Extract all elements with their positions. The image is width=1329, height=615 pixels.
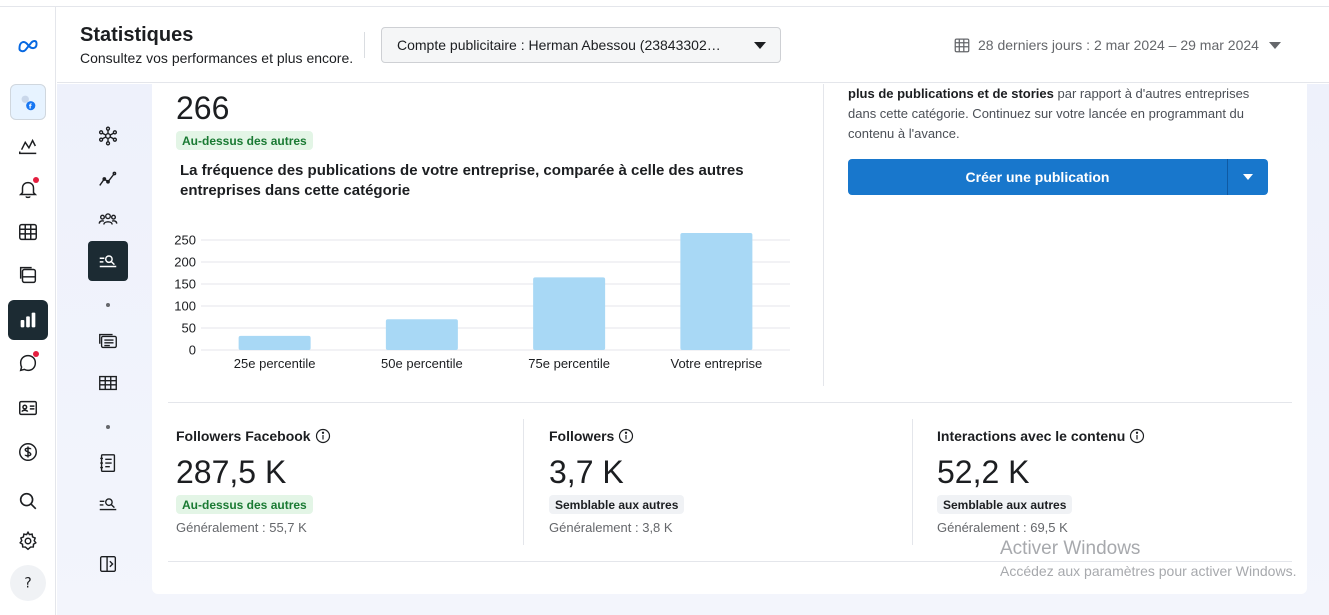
- page-avatar-icon[interactable]: f: [10, 84, 46, 120]
- metric-label: Interactions avec le contenu: [937, 428, 1145, 444]
- subnav-separator-dot: [106, 303, 110, 307]
- subnav-separator-dot: [106, 425, 110, 429]
- planner-icon[interactable]: [8, 212, 48, 252]
- bar-50e-percentile[interactable]: [385, 319, 458, 350]
- metric-label: Followers: [549, 428, 634, 444]
- x-tick-label: 75e percentile: [528, 356, 610, 371]
- metric-typical: Généralement : 3,8 K: [549, 520, 673, 535]
- table-icon[interactable]: [88, 363, 128, 403]
- content-stats-icon[interactable]: [88, 321, 128, 361]
- y-tick-label: 250: [174, 233, 196, 248]
- page-title: Statistiques: [80, 24, 194, 46]
- calendar-icon: [954, 38, 970, 53]
- y-tick-label: 100: [174, 299, 196, 314]
- section-divider: [823, 84, 824, 386]
- x-tick-label: 50e percentile: [381, 356, 463, 371]
- audience-icon[interactable]: [88, 199, 128, 239]
- metric-value: 287,5 K: [176, 454, 287, 490]
- contacts-icon[interactable]: [8, 388, 48, 428]
- status-badge: Semblable aux autres: [549, 495, 685, 514]
- create-post-dropdown-button[interactable]: [1228, 159, 1268, 195]
- create-post-button[interactable]: Créer une publication: [848, 159, 1228, 195]
- windows-activation-title: Activer Windows: [1000, 538, 1141, 559]
- header-divider: [364, 32, 365, 58]
- metric-divider: [523, 419, 524, 545]
- metric-divider: [912, 419, 913, 545]
- inbox-dot: [33, 351, 39, 357]
- post-frequency-bar-chart: 250 200 150 100 50 0 25e percentile 50e percent…: [174, 233, 790, 371]
- x-tick-label: 25e percentile: [234, 356, 316, 371]
- date-range-label: 28 derniers jours : 2 mar 2024 – 29 mar …: [978, 37, 1259, 53]
- recommendation-text: plus de publications et de stories par r…: [848, 84, 1278, 144]
- bar-votre-entreprise[interactable]: [680, 233, 753, 350]
- search-icon[interactable]: [8, 481, 48, 521]
- chevron-down-icon: [1243, 174, 1253, 180]
- notifications-icon[interactable]: [8, 169, 48, 209]
- info-icon[interactable]: [1129, 428, 1145, 444]
- page-subtitle: Consultez vos performances et plus encor…: [80, 50, 354, 66]
- content-icon[interactable]: [8, 255, 48, 295]
- chart-title: La fréquence des publications de votre e…: [180, 162, 744, 199]
- chevron-down-icon: [1268, 41, 1281, 49]
- svg-text:f: f: [29, 102, 32, 110]
- benchmarking-icon[interactable]: [88, 241, 128, 281]
- post-frequency-value: 266: [176, 90, 230, 126]
- svg-text:?: ?: [24, 576, 31, 592]
- y-tick-label: 200: [174, 255, 196, 270]
- left-rail: f ?: [0, 7, 56, 615]
- create-post-button-group: Créer une publication: [848, 159, 1268, 195]
- window-top-strip: [0, 0, 1329, 7]
- status-badge: Au-dessus des autres: [176, 131, 313, 150]
- settings-icon[interactable]: [8, 521, 48, 561]
- y-tick-label: 50: [182, 321, 196, 336]
- x-tick-label: Votre entreprise: [670, 356, 762, 371]
- chevron-down-icon: [754, 41, 766, 49]
- metric-label-text: Interactions avec le contenu: [937, 428, 1126, 444]
- metric-label: Followers Facebook: [176, 428, 331, 444]
- metric-label-text: Followers: [549, 428, 615, 444]
- search-results-icon[interactable]: [88, 484, 128, 524]
- recommendation-bold: plus de publications et de stories: [848, 86, 1054, 101]
- reports-icon[interactable]: [88, 443, 128, 483]
- insights-line-icon[interactable]: [8, 126, 48, 166]
- y-tick-label: 0: [189, 343, 196, 358]
- statistics-icon[interactable]: [8, 300, 48, 340]
- collapse-panel-icon[interactable]: [88, 544, 128, 584]
- row-divider: [168, 402, 1292, 403]
- metric-label-text: Followers Facebook: [176, 428, 311, 444]
- bar-25e-percentile[interactable]: [238, 335, 311, 350]
- windows-activation-subtitle: Accédez aux paramètres pour activer Wind…: [1000, 563, 1297, 579]
- inbox-icon[interactable]: [8, 343, 48, 383]
- row-divider: [168, 561, 1292, 562]
- info-icon[interactable]: [315, 428, 331, 444]
- ad-account-label: Compte publicitaire : Herman Abessou (23…: [397, 37, 721, 53]
- notification-dot: [33, 177, 39, 183]
- status-badge: Au-dessus des autres: [176, 495, 313, 514]
- help-icon[interactable]: ?: [10, 565, 46, 601]
- info-icon[interactable]: [618, 428, 634, 444]
- metric-value: 3,7 K: [549, 454, 624, 490]
- overview-icon[interactable]: [88, 116, 128, 156]
- page-header: Statistiques Consultez vos performances …: [57, 7, 1329, 83]
- metric-typical: Généralement : 69,5 K: [937, 520, 1068, 535]
- statistics-subnav: [86, 84, 130, 615]
- metric-typical: Généralement : 55,7 K: [176, 520, 307, 535]
- ad-account-selector[interactable]: Compte publicitaire : Herman Abessou (23…: [381, 27, 781, 63]
- meta-logo-icon[interactable]: [8, 25, 48, 65]
- metric-value: 52,2 K: [937, 454, 1030, 490]
- status-badge: Semblable aux autres: [937, 495, 1073, 514]
- bar-75e-percentile[interactable]: [533, 277, 606, 350]
- date-range-selector[interactable]: 28 derniers jours : 2 mar 2024 – 29 mar …: [953, 35, 1281, 55]
- y-tick-label: 150: [174, 277, 196, 292]
- trends-icon[interactable]: [88, 159, 128, 199]
- billing-icon[interactable]: [8, 432, 48, 472]
